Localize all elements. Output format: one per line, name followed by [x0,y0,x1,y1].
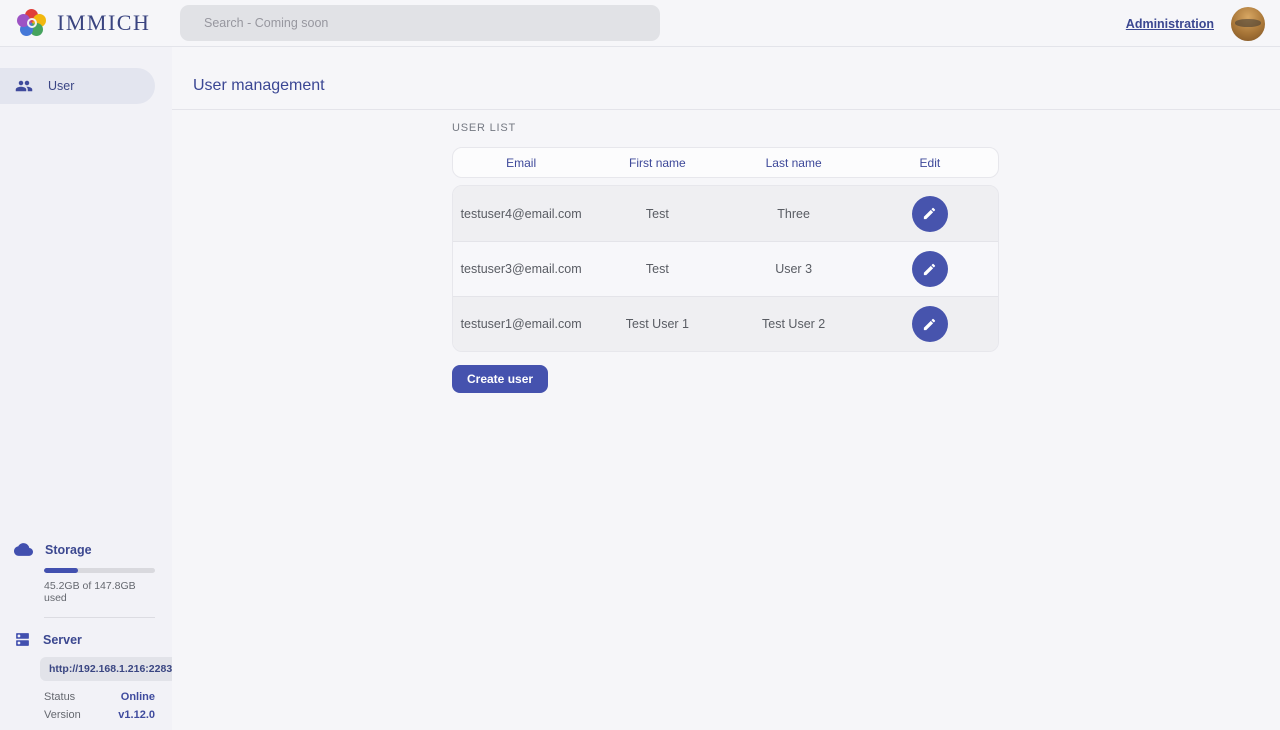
administration-link[interactable]: Administration [1126,17,1214,31]
search-input[interactable] [180,5,660,41]
pencil-icon [922,206,937,221]
cell-last-name: User 3 [726,262,862,276]
version-value: v1.12.0 [118,709,155,721]
column-header-edit: Edit [862,156,998,170]
sidebar-item-user[interactable]: User [0,68,155,104]
cell-last-name: Test User 2 [726,317,862,331]
dns-icon [14,631,31,648]
server-url-badge: http://192.168.1.216:2283 [40,657,181,681]
create-user-button[interactable]: Create user [452,365,548,393]
user-table-body: testuser4@email.com Test Three testuser3… [452,185,999,352]
cell-first-name: Test User 1 [589,317,725,331]
group-icon [15,77,33,95]
column-header-email: Email [453,156,589,170]
avatar-photo-detail [1235,19,1261,27]
cell-email: testuser3@email.com [453,262,589,276]
sidebar-item-label: User [48,79,74,93]
server-status-row: Status Online [44,691,155,703]
storage-title: Storage [45,543,92,557]
server-section-header: Server [14,631,155,648]
edit-user-button[interactable] [912,306,948,342]
main-content: User management USER LIST Email First na… [172,47,1280,730]
table-row: testuser1@email.com Test User 1 Test Use… [453,296,998,351]
immich-flower-logo-icon [17,9,46,38]
storage-progress-bar [44,568,155,573]
table-row: testuser3@email.com Test User 3 [453,241,998,296]
user-table-header: Email First name Last name Edit [452,147,999,178]
app-logo: IMMICH [0,9,150,38]
server-version-row: Version v1.12.0 [44,709,155,721]
server-title: Server [43,633,82,647]
admin-sidebar: User Storage 45.2GB of 147.8GB used Serv… [0,47,172,730]
page-title: User management [172,47,1280,95]
title-divider [172,109,1280,110]
column-header-first-name: First name [589,156,725,170]
user-list-label: USER LIST [452,122,999,134]
table-row: testuser4@email.com Test Three [453,186,998,241]
top-bar: IMMICH Administration [0,0,1280,47]
cell-email: testuser4@email.com [453,207,589,221]
cell-email: testuser1@email.com [453,317,589,331]
version-label: Version [44,709,81,721]
pencil-icon [922,317,937,332]
storage-usage-text: 45.2GB of 147.8GB used [44,580,155,604]
sidebar-status-panel: Storage 45.2GB of 147.8GB used Server ht… [14,540,155,721]
app-title: IMMICH [57,10,150,36]
status-value: Online [121,691,155,703]
cloud-icon [14,540,33,559]
pencil-icon [922,262,937,277]
status-label: Status [44,691,75,703]
user-avatar[interactable] [1231,7,1265,41]
column-header-last-name: Last name [726,156,862,170]
cell-first-name: Test [589,207,725,221]
storage-section-header: Storage [14,540,155,559]
edit-user-button[interactable] [912,196,948,232]
cell-last-name: Three [726,207,862,221]
sidebar-divider [44,617,155,618]
cell-first-name: Test [589,262,725,276]
storage-progress-fill [44,568,78,573]
edit-user-button[interactable] [912,251,948,287]
